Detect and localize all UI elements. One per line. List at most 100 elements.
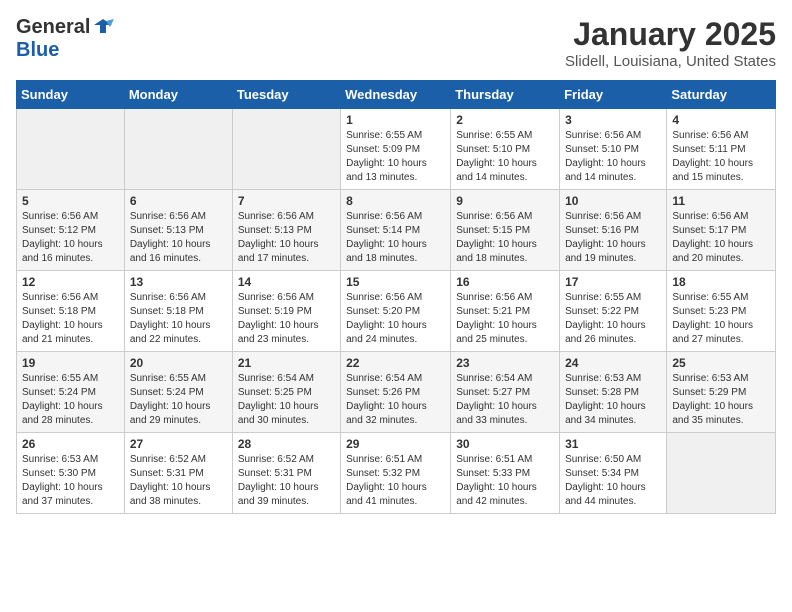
day-info: Sunrise: 6:56 AMSunset: 5:20 PMDaylight:… [346, 291, 445, 347]
col-header-tuesday: Tuesday [232, 81, 340, 109]
day-number: 13 [130, 275, 227, 289]
day-number: 22 [346, 356, 445, 370]
day-cell: 6 Sunrise: 6:56 AMSunset: 5:13 PMDaylight… [124, 190, 232, 271]
calendar-row: 26 Sunrise: 6:53 AMSunset: 5:30 PMDayligh… [17, 433, 776, 514]
col-header-wednesday: Wednesday [341, 81, 451, 109]
header: General Blue January 2025 Slidell, Louis… [16, 16, 776, 70]
col-header-sunday: Sunday [17, 81, 125, 109]
day-number: 1 [346, 113, 445, 127]
day-number: 23 [456, 356, 554, 370]
col-header-saturday: Saturday [667, 81, 776, 109]
day-info: Sunrise: 6:56 AMSunset: 5:13 PMDaylight:… [238, 210, 335, 266]
day-cell: 22 Sunrise: 6:54 AMSunset: 5:26 PMDayligh… [341, 352, 451, 433]
empty-cell [667, 433, 776, 514]
day-info: Sunrise: 6:55 AMSunset: 5:22 PMDaylight:… [565, 291, 661, 347]
empty-cell [124, 109, 232, 190]
day-cell: 29 Sunrise: 6:51 AMSunset: 5:32 PMDayligh… [341, 433, 451, 514]
day-info: Sunrise: 6:55 AMSunset: 5:09 PMDaylight:… [346, 129, 445, 185]
day-number: 25 [672, 356, 770, 370]
day-number: 12 [22, 275, 119, 289]
day-number: 5 [22, 194, 119, 208]
day-info: Sunrise: 6:56 AMSunset: 5:12 PMDaylight:… [22, 210, 119, 266]
day-info: Sunrise: 6:51 AMSunset: 5:33 PMDaylight:… [456, 453, 554, 509]
day-info: Sunrise: 6:55 AMSunset: 5:24 PMDaylight:… [22, 372, 119, 428]
day-cell: 21 Sunrise: 6:54 AMSunset: 5:25 PMDayligh… [232, 352, 340, 433]
day-cell: 30Sunrise: 6:51 AMSunset: 5:33 PMDayligh… [451, 433, 560, 514]
logo-bird-icon [92, 15, 114, 37]
col-header-monday: Monday [124, 81, 232, 109]
day-cell: 14Sunrise: 6:56 AMSunset: 5:19 PMDayligh… [232, 271, 340, 352]
day-info: Sunrise: 6:56 AMSunset: 5:16 PMDaylight:… [565, 210, 661, 266]
day-cell: 24Sunrise: 6:53 AMSunset: 5:28 PMDayligh… [560, 352, 667, 433]
day-info: Sunrise: 6:54 AMSunset: 5:26 PMDaylight:… [346, 372, 445, 428]
col-header-friday: Friday [560, 81, 667, 109]
calendar-header-row: SundayMondayTuesdayWednesdayThursdayFrid… [17, 81, 776, 109]
day-number: 21 [238, 356, 335, 370]
calendar-row: 12 Sunrise: 6:56 AMSunset: 5:18 PMDayligh… [17, 271, 776, 352]
day-cell: 3Sunrise: 6:56 AMSunset: 5:10 PMDaylight… [560, 109, 667, 190]
day-cell: 12 Sunrise: 6:56 AMSunset: 5:18 PMDayligh… [17, 271, 125, 352]
calendar-row: 1 Sunrise: 6:55 AMSunset: 5:09 PMDaylight… [17, 109, 776, 190]
logo: General Blue [16, 16, 114, 62]
day-number: 8 [346, 194, 445, 208]
day-number: 6 [130, 194, 227, 208]
day-info: Sunrise: 6:56 AMSunset: 5:14 PMDaylight:… [346, 210, 445, 266]
day-number: 4 [672, 113, 770, 127]
logo-general: General [16, 16, 90, 39]
day-number: 19 [22, 356, 119, 370]
day-cell: 9 Sunrise: 6:56 AMSunset: 5:15 PMDaylight… [451, 190, 560, 271]
day-number: 18 [672, 275, 770, 289]
day-number: 29 [346, 437, 445, 451]
location-title: Slidell, Louisiana, United States [565, 53, 776, 70]
day-cell: 23Sunrise: 6:54 AMSunset: 5:27 PMDayligh… [451, 352, 560, 433]
day-cell: 17 Sunrise: 6:55 AMSunset: 5:22 PMDayligh… [560, 271, 667, 352]
day-number: 16 [456, 275, 554, 289]
day-info: Sunrise: 6:55 AMSunset: 5:24 PMDaylight:… [130, 372, 227, 428]
calendar-row: 19 Sunrise: 6:55 AMSunset: 5:24 PMDayligh… [17, 352, 776, 433]
day-info: Sunrise: 6:56 AMSunset: 5:15 PMDaylight:… [456, 210, 554, 266]
day-cell: 18 Sunrise: 6:55 AMSunset: 5:23 PMDayligh… [667, 271, 776, 352]
empty-cell [232, 109, 340, 190]
day-cell: 1 Sunrise: 6:55 AMSunset: 5:09 PMDaylight… [341, 109, 451, 190]
day-info: Sunrise: 6:56 AMSunset: 5:10 PMDaylight:… [565, 129, 661, 185]
day-number: 28 [238, 437, 335, 451]
month-title: January 2025 [565, 16, 776, 53]
day-cell: 5 Sunrise: 6:56 AMSunset: 5:12 PMDaylight… [17, 190, 125, 271]
day-cell: 26 Sunrise: 6:53 AMSunset: 5:30 PMDayligh… [17, 433, 125, 514]
day-cell: 7 Sunrise: 6:56 AMSunset: 5:13 PMDaylight… [232, 190, 340, 271]
day-number: 15 [346, 275, 445, 289]
day-info: Sunrise: 6:56 AMSunset: 5:17 PMDaylight:… [672, 210, 770, 266]
day-number: 7 [238, 194, 335, 208]
day-cell: 25Sunrise: 6:53 AMSunset: 5:29 PMDayligh… [667, 352, 776, 433]
day-cell: 2 Sunrise: 6:55 AMSunset: 5:10 PMDaylight… [451, 109, 560, 190]
day-number: 9 [456, 194, 554, 208]
day-cell: 16 Sunrise: 6:56 AMSunset: 5:21 PMDayligh… [451, 271, 560, 352]
day-number: 20 [130, 356, 227, 370]
day-info: Sunrise: 6:51 AMSunset: 5:32 PMDaylight:… [346, 453, 445, 509]
day-info: Sunrise: 6:56 AMSunset: 5:13 PMDaylight:… [130, 210, 227, 266]
day-info: Sunrise: 6:56 AMSunset: 5:11 PMDaylight:… [672, 129, 770, 185]
day-cell: 11 Sunrise: 6:56 AMSunset: 5:17 PMDayligh… [667, 190, 776, 271]
day-info: Sunrise: 6:56 AMSunset: 5:19 PMDaylight:… [238, 291, 335, 347]
day-info: Sunrise: 6:56 AMSunset: 5:21 PMDaylight:… [456, 291, 554, 347]
title-area: January 2025 Slidell, Louisiana, United … [565, 16, 776, 70]
day-cell: 15 Sunrise: 6:56 AMSunset: 5:20 PMDayligh… [341, 271, 451, 352]
day-number: 2 [456, 113, 554, 127]
day-number: 24 [565, 356, 661, 370]
day-cell: 19 Sunrise: 6:55 AMSunset: 5:24 PMDayligh… [17, 352, 125, 433]
day-number: 10 [565, 194, 661, 208]
day-info: Sunrise: 6:56 AMSunset: 5:18 PMDaylight:… [22, 291, 119, 347]
day-number: 11 [672, 194, 770, 208]
day-info: Sunrise: 6:52 AMSunset: 5:31 PMDaylight:… [238, 453, 335, 509]
day-info: Sunrise: 6:50 AMSunset: 5:34 PMDaylight:… [565, 453, 661, 509]
day-cell: 13Sunrise: 6:56 AMSunset: 5:18 PMDayligh… [124, 271, 232, 352]
day-info: Sunrise: 6:54 AMSunset: 5:25 PMDaylight:… [238, 372, 335, 428]
day-info: Sunrise: 6:53 AMSunset: 5:30 PMDaylight:… [22, 453, 119, 509]
day-number: 26 [22, 437, 119, 451]
day-number: 17 [565, 275, 661, 289]
day-info: Sunrise: 6:55 AMSunset: 5:10 PMDaylight:… [456, 129, 554, 185]
day-info: Sunrise: 6:55 AMSunset: 5:23 PMDaylight:… [672, 291, 770, 347]
empty-cell [17, 109, 125, 190]
calendar-table: SundayMondayTuesdayWednesdayThursdayFrid… [16, 80, 776, 514]
day-cell: 31Sunrise: 6:50 AMSunset: 5:34 PMDayligh… [560, 433, 667, 514]
